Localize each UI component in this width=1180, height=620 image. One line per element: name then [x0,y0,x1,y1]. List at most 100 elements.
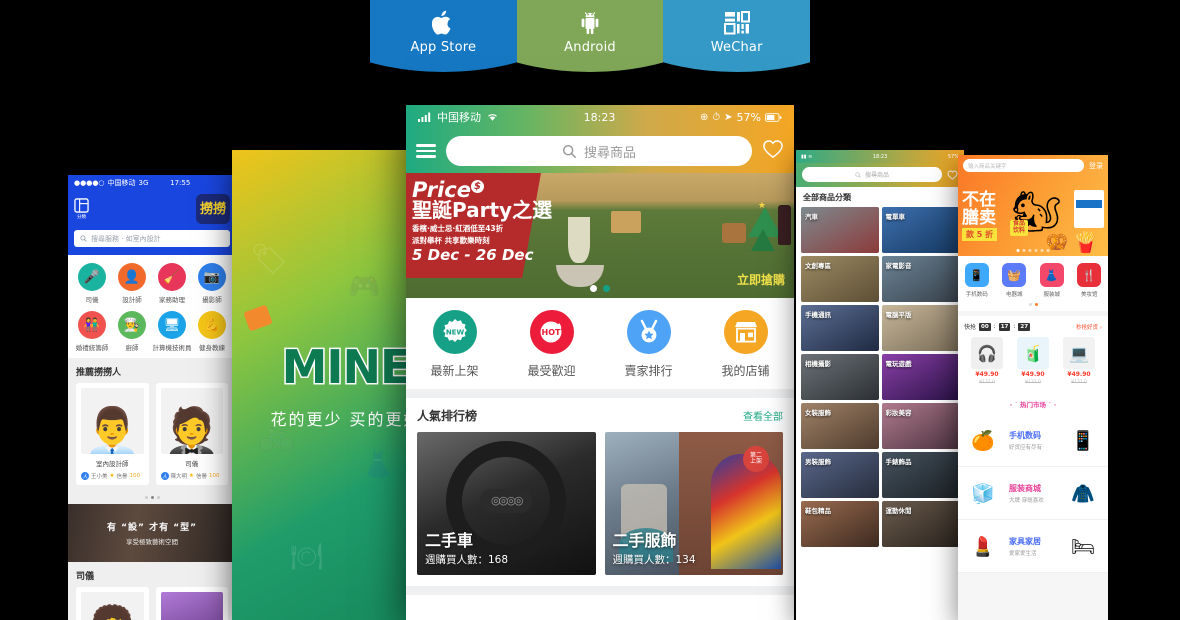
battery-icon [765,112,782,122]
ranking-card-used-clothing[interactable]: 第二 上架 二手服飾 週購買人數：134 [604,432,783,575]
shop-icon-appliances[interactable]: 🧺 电器城 [996,263,1034,298]
category-cell[interactable]: 手機通訊 [801,305,879,351]
promo-banner-left[interactable]: 有 “設” 才有 “型” 享受極致藝術空間 [68,504,236,562]
stage-photo [160,592,223,620]
price-tag-shape [243,304,273,332]
banner-carousel-dots[interactable] [590,285,610,292]
mc-card[interactable] [155,587,228,620]
rank-badge: 第二 上架 [743,446,769,472]
view-all-link[interactable]: 查看全部 [743,408,783,423]
download-tabs: App Store Android WeChar [370,0,811,72]
flash-item[interactable]: 🎧 ¥49.90 ¥132.0 [964,337,1010,385]
shop-banner-dots[interactable] [1016,249,1050,252]
hot-market-row[interactable]: 🍊 手机数码 好货应有尽有 📱 [958,414,1108,467]
carousel-dots-left[interactable] [68,493,236,504]
smartphone-icon: 📱 [1071,429,1095,452]
flash-item-list: 🎧 ¥49.90 ¥132.0 🧃 ¥49.90 ¥132.0 💻 ¥49.90… [964,337,1102,385]
service-item-chef[interactable]: 👨‍🍳 廚師 [112,311,152,352]
service-item-housekeeper[interactable]: 🧹 家務助理 [152,263,192,304]
rating-label: 信譽 [116,474,128,480]
category-cell[interactable]: 汽車 [801,207,879,253]
ranking-card-used-car[interactable]: ◎◎◎◎ 二手車 週購買人數：168 [417,432,596,575]
search-placeholder-main: 搜尋商品 [583,145,636,161]
download-android-button[interactable]: Android [516,0,664,72]
fountain-basin [556,265,604,287]
shop-promo-banner[interactable]: 🐿 🍟 🥨 不在 膳卖 款 5 折 食品 饮料 [958,176,1108,256]
shop-icon-label: 手机数码 [965,292,988,298]
service-label: 婚禮統籌師 [75,344,109,352]
download-wechat-label: WeChar [710,40,763,55]
service-item-designer[interactable]: 👤 設計師 [112,263,152,304]
service-item-wedding-planner[interactable]: 👫 婚禮統籌師 [72,311,112,352]
category-cell[interactable]: 電單車 [881,207,959,253]
promo-banner-main[interactable]: ★ Price $ 聖誕Party之選 香檳·威士忌·紅酒低至43折 派對舉杯 共… [406,173,794,298]
search-input-cat[interactable]: 搜尋商品 [802,167,942,182]
service-item-photographer[interactable]: 📷 攝影師 [192,263,232,304]
download-wechat-button[interactable]: WeChar [663,0,811,72]
download-app-store-button[interactable]: App Store [370,0,517,72]
flash-item[interactable]: 🧃 ¥49.90 ¥132.0 [1010,337,1056,385]
signal-cat: ▮▮ ≋ [801,153,813,160]
search-input-shop[interactable]: 输入商品关键字 [963,159,1084,172]
person-avatar: 🤵 [160,388,223,454]
category-cell[interactable]: 手錶飾品 [881,452,959,498]
category-nav-icon[interactable]: 分類 [74,198,89,220]
service-item-it-technician[interactable]: 🖥 計算機技術員 [152,311,192,352]
quick-link-seller-rank[interactable]: 賣家排行 [600,310,697,379]
flash-item[interactable]: 💻 ¥49.90 ¥132.0 [1056,337,1102,385]
service-item-siyi[interactable]: 🎤 司儀 [72,263,112,304]
recommend-name: 王小美 [91,474,108,480]
hot-market-row[interactable]: 🧊 服装商城 大牌 穿既喜欢 🧥 [958,467,1108,520]
category-label: 汽車 [805,213,818,221]
apple-icon [432,8,454,38]
hamburger-menu-icon[interactable] [416,144,436,158]
category-cell[interactable]: 鞋包精品 [801,501,879,547]
recommend-meta: 人 陳大明 ★ 信譽 100 [160,472,224,480]
quick-link-popular[interactable]: HOT 最受歡迎 [503,310,600,379]
category-cell[interactable]: 運動休閒 [881,501,959,547]
svg-text:HOT: HOT [541,328,560,337]
login-button[interactable]: 登录 [1089,161,1103,171]
clock-cat: 18:23 [872,153,888,160]
category-cell[interactable]: 文創專區 [801,256,879,302]
flash-sale-header: 快抢 00: 17: 27 秒抢好货 › [964,322,1102,331]
category-cell[interactable]: 相機攝影 [801,354,879,400]
recommend-role: 司儀 [185,460,199,468]
category-cell[interactable]: 電玩遊戲 [881,354,959,400]
mc-card[interactable]: 🧑‍🦱 [76,587,149,620]
shop-icon-phone-digital[interactable]: 📱 手机数码 [958,263,996,298]
heart-icon[interactable] [947,170,958,180]
fitness-icon: 💪 [198,311,226,339]
shop-icon-beauty[interactable]: 🍴 美妆馆 [1071,263,1109,298]
quick-link-newest[interactable]: NEW 最新上架 [406,310,503,379]
carousel-dot[interactable] [603,285,610,292]
hot-market-row[interactable]: 💄 家具家居 爱家爱生活 🛏 [958,520,1108,573]
recommend-card[interactable]: 👨‍💼 室內設計師 人 王小美 ★ 信譽 100 [76,383,149,485]
quick-link-my-shop[interactable]: 我的店铺 [697,310,794,379]
category-cell[interactable]: 電腦平版 [881,305,959,351]
heart-icon[interactable] [762,139,784,164]
category-cell[interactable]: 彩妝美容 [881,403,959,449]
ghost-icon-bike: 🚲 [258,418,296,453]
flash-price: ¥49.90 [1021,371,1045,378]
banner-cta-button[interactable]: 立即搶購 [737,271,785,288]
flash-more-link[interactable]: 秒抢好货 › [1076,323,1102,331]
category-cell[interactable]: 家電影音 [881,256,959,302]
search-placeholder-shop: 输入商品关键字 [968,163,1007,170]
milk-carton [1074,190,1104,228]
signal-bars-icon [418,112,431,122]
search-input-left[interactable]: 搜尋服務 · 如室內設計 [74,230,230,247]
ranking-card-title: 二手車 [425,531,474,550]
recommend-title: 推薦撈撈人 [76,368,122,378]
category-cell[interactable]: 男裝服飾 [801,452,879,498]
category-cell[interactable]: 女裝服飾 [801,403,879,449]
shop-icon-pager[interactable] [958,303,1108,311]
search-input-main[interactable]: 搜尋商品 [446,136,752,166]
service-label: 家務助理 [159,296,185,304]
recommend-card[interactable]: 🤵 司儀 人 陳大明 ★ 信譽 100 [155,383,228,485]
quick-links-row: NEW 最新上架 HOT 最受歡迎 賣家排行 我的店铺 [406,298,794,389]
shop-icon-clothing[interactable]: 👗 服装城 [1033,263,1071,298]
mc-card-list: 🧑‍🦱 [68,587,236,620]
carousel-dot-active[interactable] [590,285,597,292]
service-item-fitness[interactable]: 💪 健身教練 [192,311,232,352]
